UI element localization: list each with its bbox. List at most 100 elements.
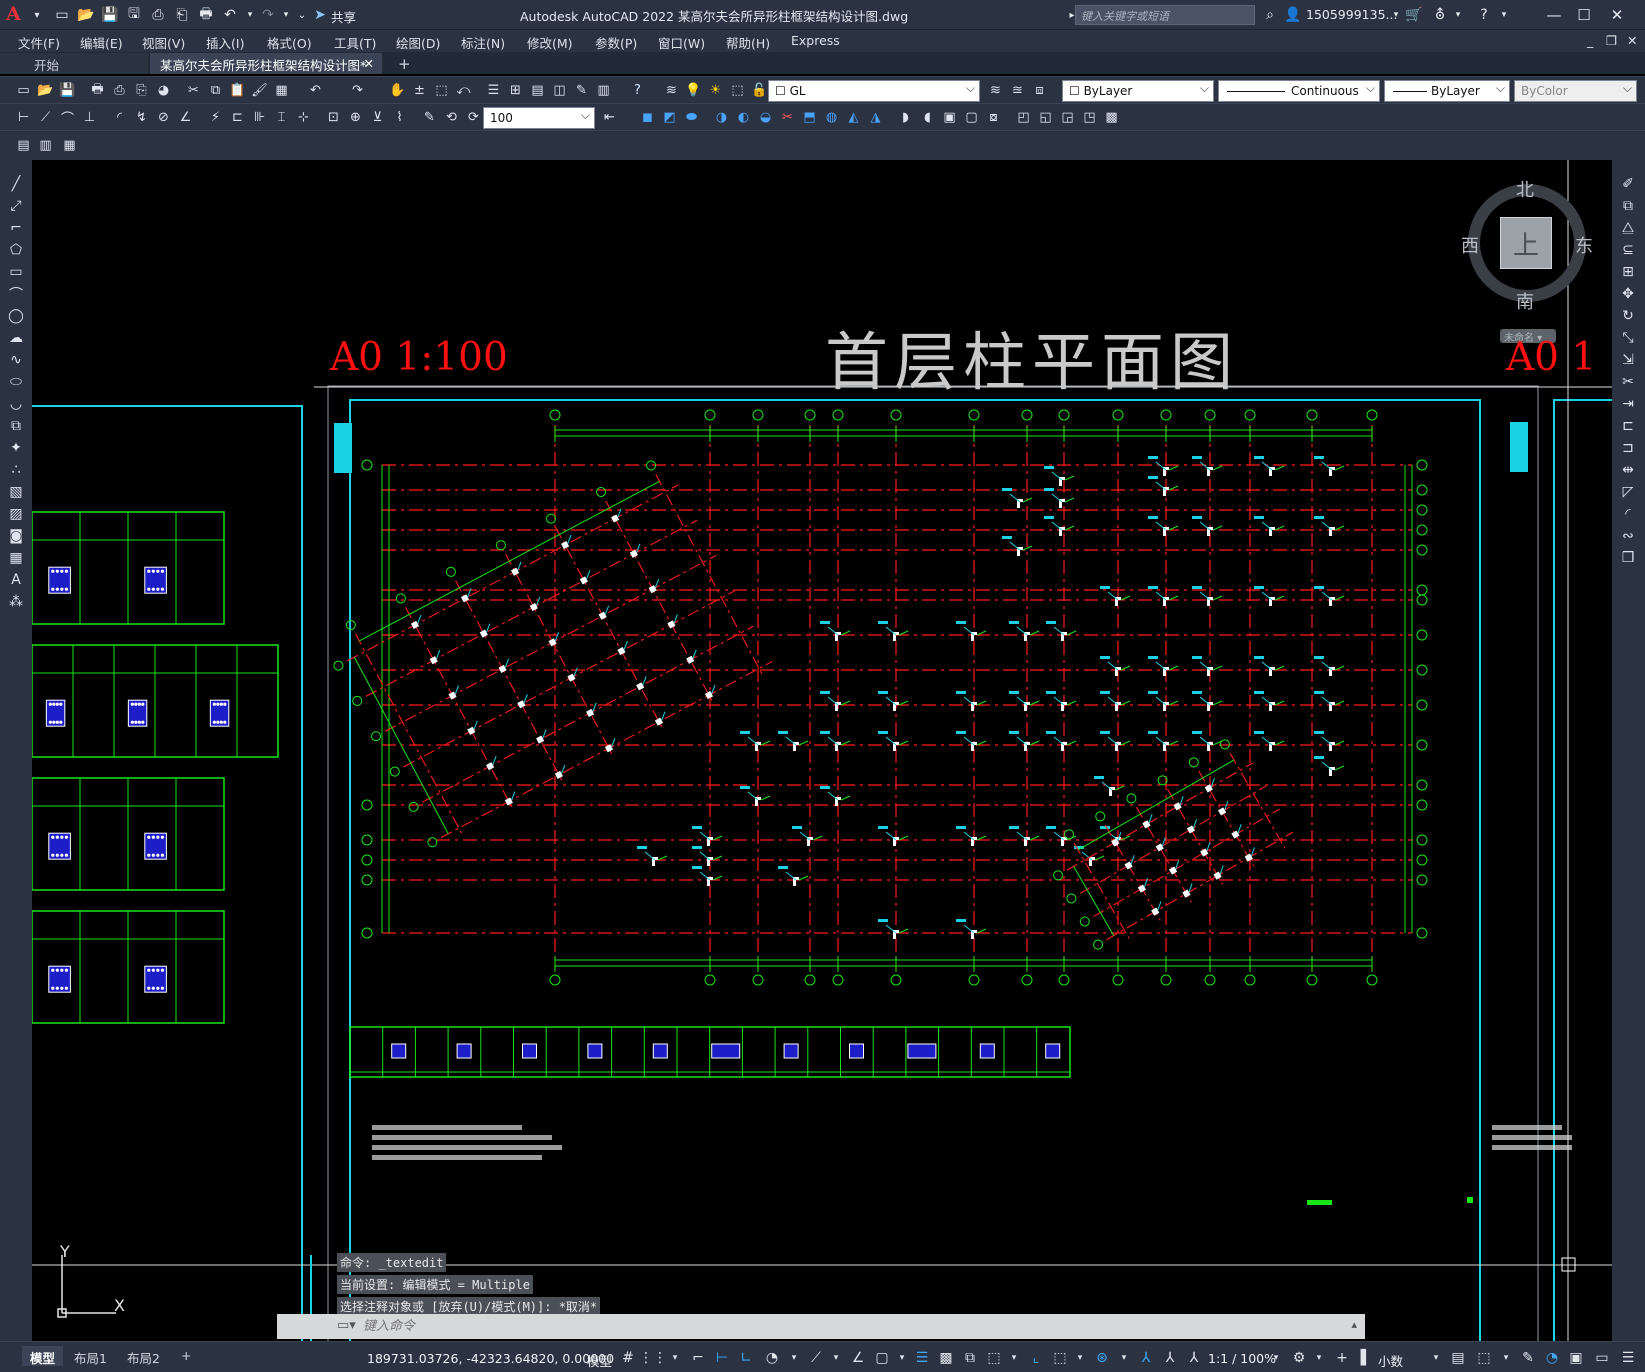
annotation-scale-icon[interactable]: ⅄: [1184, 1348, 1204, 1368]
offset-icon[interactable]: ⊆: [1618, 240, 1638, 260]
quickcalc-icon[interactable]: ▥: [594, 81, 613, 100]
3d-print-icon[interactable]: ◕: [154, 81, 173, 100]
help-icon[interactable]: ?: [628, 81, 647, 100]
menu-parametric[interactable]: 参数(P): [595, 33, 637, 52]
trim-icon[interactable]: ✂: [1618, 372, 1638, 392]
scale-icon[interactable]: ⤡: [1618, 328, 1638, 348]
rectangle-icon[interactable]: ▭: [6, 262, 26, 282]
redo-icon[interactable]: ↷: [258, 5, 278, 25]
clean-screen-icon[interactable]: ▣: [1566, 1348, 1586, 1368]
autodesk-account-icon[interactable]: ⛢: [1430, 5, 1450, 25]
grid-icon[interactable]: #: [618, 1348, 638, 1368]
layout-tab-2[interactable]: 布局2: [119, 1346, 168, 1366]
match-properties-icon[interactable]: 🖌: [250, 81, 269, 100]
tab-close-icon[interactable]: ✕: [364, 56, 374, 71]
aligned-dim-icon[interactable]: ⟋: [36, 108, 55, 127]
extend-icon[interactable]: ⇥: [1618, 394, 1638, 414]
close-icon[interactable]: ✕: [1603, 3, 1631, 27]
menu-window[interactable]: 窗口(W): [658, 33, 705, 52]
blend-curves-icon[interactable]: ∾: [1618, 526, 1638, 546]
layout-tab-1[interactable]: 布局1: [66, 1346, 115, 1366]
isolate-objects-icon[interactable]: ✎: [1518, 1348, 1538, 1368]
join-icon[interactable]: ⇹: [1618, 460, 1638, 480]
lock-ui-dropdown-icon[interactable]: ▾: [1496, 1348, 1516, 1368]
3d-osnap-dropdown-icon[interactable]: ▾: [1004, 1348, 1024, 1368]
polygon-icon[interactable]: ⬠: [6, 240, 26, 260]
selection-cycling-icon[interactable]: ⧉: [960, 1348, 980, 1368]
center-mark-icon[interactable]: ⊕: [346, 108, 365, 127]
viewcube-north[interactable]: 北: [1516, 176, 1534, 202]
workspace-gear-icon[interactable]: ⚙: [1289, 1348, 1309, 1368]
revision-cloud-icon[interactable]: ☁: [6, 328, 26, 348]
gizmo-icon[interactable]: ⊛: [1092, 1348, 1112, 1368]
add-layout-icon[interactable]: +: [173, 1346, 199, 1366]
selection-filter-icon[interactable]: ⬚: [1050, 1348, 1070, 1368]
region-icon[interactable]: ◙: [6, 526, 26, 546]
break-at-point-icon[interactable]: ⊏: [1618, 416, 1638, 436]
annotation-monitor-icon[interactable]: +: [1332, 1348, 1352, 1368]
menu-insert[interactable]: 插入(I): [206, 33, 244, 52]
tool-palettes-icon[interactable]: ▤: [528, 81, 547, 100]
doc-restore-icon[interactable]: ❐: [1606, 33, 1617, 48]
ordinate-dim-icon[interactable]: ⊥: [80, 108, 99, 127]
object-snap-tracking-icon[interactable]: ∠: [848, 1348, 868, 1368]
baseline-dim-icon[interactable]: ⊏: [228, 108, 247, 127]
linetype-select[interactable]: Continuous: [1218, 80, 1380, 102]
layer-thaw-icon[interactable]: ☀: [706, 81, 725, 100]
dynamic-ucs-icon[interactable]: ⌞: [1026, 1348, 1046, 1368]
quick-dim-icon[interactable]: ⚡: [206, 108, 225, 127]
move-icon[interactable]: ✥: [1618, 284, 1638, 304]
add-selected-icon[interactable]: ⁂: [6, 592, 26, 612]
multileader-style-icon[interactable]: ▥: [36, 136, 55, 155]
shell-icon[interactable]: ▣: [940, 108, 959, 127]
infer-constraints-icon[interactable]: ⌐: [688, 1348, 708, 1368]
polyline-icon[interactable]: ⌐: [6, 218, 26, 238]
make-block-icon[interactable]: ✦: [6, 438, 26, 458]
gizmo-dropdown-icon[interactable]: ▾: [1114, 1348, 1134, 1368]
text-style-icon[interactable]: ▦: [60, 136, 79, 155]
dim-break-icon[interactable]: ⊹: [294, 108, 313, 127]
cursor-coordinates[interactable]: 189731.03726, -42323.64820, 0.00000: [367, 1351, 614, 1366]
ellipse-icon[interactable]: ⬭: [6, 372, 26, 392]
units-value[interactable]: 小数: [1378, 1351, 1403, 1370]
markup-icon[interactable]: ✎: [572, 81, 591, 100]
help-dropdown-icon[interactable]: ▾: [1494, 5, 1514, 25]
layout-tab-model[interactable]: 模型: [22, 1346, 64, 1366]
flatshot-icon[interactable]: ◱: [1036, 108, 1055, 127]
3d-wedge-icon[interactable]: ◩: [660, 108, 679, 127]
intersect-icon[interactable]: ◒: [756, 108, 775, 127]
dim-scale-select[interactable]: 100: [483, 107, 595, 129]
menu-draw[interactable]: 绘图(D): [396, 33, 440, 52]
save-web-icon[interactable]: ⎗: [172, 5, 192, 25]
linear-dim-icon[interactable]: ⊢: [14, 108, 33, 127]
3d-cylinder-icon[interactable]: ⬬: [682, 108, 701, 127]
copy-icon[interactable]: ⧉: [206, 81, 225, 100]
menu-file[interactable]: 文件(F): [18, 33, 60, 52]
snap-icon[interactable]: ⋮⋮: [639, 1348, 667, 1368]
share-label[interactable]: 共享: [331, 7, 356, 26]
search-icon[interactable]: ⌕: [1260, 5, 1280, 25]
new-file-icon[interactable]: ▭: [52, 5, 72, 25]
hatch-icon[interactable]: ▧: [6, 482, 26, 502]
workspace-dropdown-icon[interactable]: ▾: [1309, 1348, 1329, 1368]
inspect-icon[interactable]: ⊻: [368, 108, 387, 127]
open-file-icon[interactable]: 📂: [76, 5, 96, 25]
plotstyle-select[interactable]: ByColor: [1514, 80, 1637, 102]
save-icon[interactable]: 💾: [100, 5, 120, 25]
dim-text-edit-icon[interactable]: ⟲: [442, 108, 461, 127]
array-icon[interactable]: ⊞: [1618, 262, 1638, 282]
minimize-icon[interactable]: —: [1540, 3, 1568, 27]
full-screen-icon[interactable]: ▭: [1592, 1348, 1612, 1368]
zoom-realtime-icon[interactable]: ±: [410, 81, 429, 100]
polar-tracking-icon[interactable]: ◔: [762, 1348, 782, 1368]
layer-states-icon[interactable]: ⧈: [1030, 81, 1049, 100]
open-web-icon[interactable]: ⎙: [148, 5, 168, 25]
polar-dropdown-icon[interactable]: ▾: [784, 1348, 804, 1368]
undo-icon[interactable]: ↶: [306, 81, 325, 100]
help-icon[interactable]: ?: [1474, 5, 1494, 25]
subtract-icon[interactable]: ◐: [734, 108, 753, 127]
save-icon[interactable]: 💾: [58, 81, 77, 100]
paste-icon[interactable]: 📋: [228, 81, 247, 100]
circle-icon[interactable]: ◯: [6, 306, 26, 326]
filter-dropdown-icon[interactable]: ▾: [1070, 1348, 1090, 1368]
